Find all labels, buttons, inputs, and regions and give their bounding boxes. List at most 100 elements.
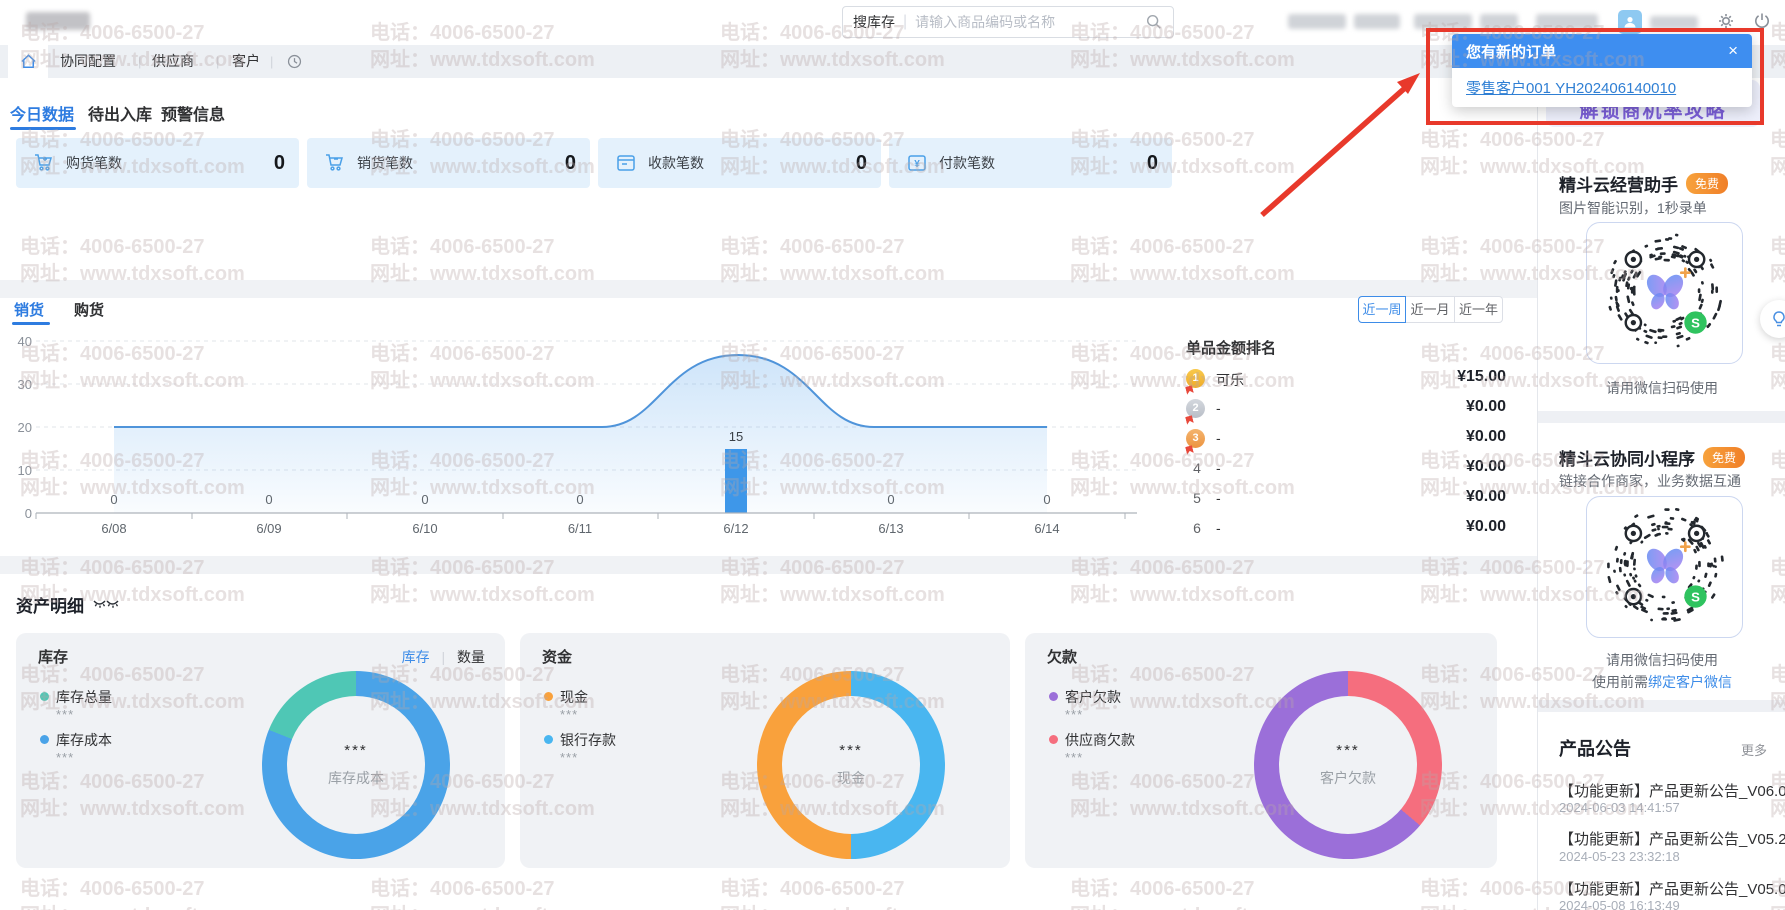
tab-pending-inout[interactable]: 待出入库 bbox=[88, 101, 152, 125]
legend-label: 库存成本 bbox=[56, 730, 112, 750]
toggle-divider: | bbox=[441, 649, 445, 665]
search-input[interactable]: 搜库存 | 请输入商品编码或名称 bbox=[842, 6, 1174, 38]
range-button-week[interactable]: 近一周 bbox=[1358, 296, 1406, 323]
debts-donut-chart: *** 客户欠款 bbox=[1254, 671, 1442, 859]
watermark-text: 网址：www.tdxsoft.com bbox=[720, 578, 945, 607]
gear-icon[interactable] bbox=[1716, 11, 1736, 36]
ranking-item-value: ¥0.00 bbox=[1466, 518, 1506, 536]
y-axis-tick: 10 bbox=[6, 463, 32, 478]
mini-program-title: 精斗云协同小程序 免费 bbox=[1559, 445, 1745, 470]
silver-medal-icon: 2 bbox=[1186, 399, 1205, 418]
eye-closed-icon[interactable] bbox=[93, 598, 119, 611]
watermark-text: 电话：4006-6500-27 bbox=[1070, 230, 1255, 259]
home-tab[interactable] bbox=[8, 45, 48, 78]
topbar-menu-blurred[interactable] bbox=[1288, 14, 1346, 29]
order-link[interactable]: 零售客户001 YH202406140010 bbox=[1466, 77, 1676, 98]
username-blurred bbox=[1650, 16, 1698, 29]
legend-dot-orange bbox=[544, 692, 553, 701]
more-link[interactable]: 更多 bbox=[1741, 740, 1767, 759]
user-avatar[interactable] bbox=[1618, 10, 1642, 34]
announcement-item[interactable]: 【功能更新】产品更新公告_V05.23 bbox=[1559, 828, 1785, 849]
ranking-rank-number: 6 bbox=[1188, 520, 1206, 536]
legend-dot-purple bbox=[1049, 692, 1058, 701]
app-logo-blurred bbox=[26, 12, 90, 30]
mini-title-text: 精斗云协同小程序 bbox=[1559, 445, 1695, 470]
close-icon[interactable]: × bbox=[1728, 41, 1738, 61]
watermark-text: 电话：4006-6500-27 bbox=[20, 872, 205, 901]
legend-label: 银行存款 bbox=[560, 730, 616, 750]
x-axis-label: 6/11 bbox=[540, 521, 620, 536]
assets-section-header: 资产明细 bbox=[16, 592, 119, 617]
stat-card-payment-count: ¥ 付款笔数 0 bbox=[889, 138, 1172, 188]
notification-header: 您有新的订单 × bbox=[1452, 34, 1752, 68]
nav-item-collab-config[interactable]: 协同配置 bbox=[60, 45, 116, 78]
history-clock-icon[interactable] bbox=[286, 53, 303, 75]
home-icon bbox=[19, 52, 38, 71]
nav-separator: | bbox=[216, 45, 219, 78]
topbar-menu-blurred[interactable] bbox=[1354, 14, 1400, 29]
asset-card-title: 欠款 bbox=[1047, 646, 1077, 667]
asset-card-title: 资金 bbox=[542, 646, 572, 667]
y-axis-tick: 30 bbox=[6, 377, 32, 392]
tab-alert-info[interactable]: 预警信息 bbox=[161, 101, 225, 125]
free-badge: 免费 bbox=[1703, 447, 1745, 468]
legend-value: *** bbox=[1065, 750, 1083, 765]
nav-item-customer[interactable]: 客户 bbox=[232, 45, 260, 78]
dashboard-page: 搜库存 | 请输入商品编码或名称 bbox=[0, 0, 1785, 910]
donut-center-caption: 客户欠款 bbox=[1320, 768, 1376, 788]
chart-tab-sales[interactable]: 销货 bbox=[14, 299, 44, 320]
stat-card-receipt-count: 收款笔数 0 bbox=[598, 138, 881, 188]
toggle-quantity[interactable]: 数量 bbox=[457, 649, 485, 665]
yuan-note-icon: ¥ bbox=[905, 151, 929, 175]
range-button-year[interactable]: 近一年 bbox=[1454, 296, 1503, 323]
qr-scan-hint: 请用微信扫码使用 bbox=[1538, 378, 1785, 398]
topbar-menu-blurred[interactable] bbox=[1536, 14, 1598, 29]
note-prefix: 使用前需 bbox=[1592, 674, 1648, 690]
x-axis-label: 6/08 bbox=[74, 521, 154, 536]
ranking-item-value: ¥0.00 bbox=[1466, 458, 1506, 476]
bind-customer-wechat-link[interactable]: 绑定客户微信 bbox=[1648, 674, 1732, 690]
range-button-month[interactable]: 近一月 bbox=[1405, 296, 1455, 323]
toggle-amount[interactable]: 库存 bbox=[402, 649, 430, 665]
announcement-item[interactable]: 【功能更新】产品更新公告_V06.03 bbox=[1559, 780, 1785, 801]
ranking-item-name: - bbox=[1216, 430, 1221, 446]
chart-tab-purchase[interactable]: 购货 bbox=[74, 299, 104, 320]
watermark-text: 网址：www.tdxsoft.com bbox=[370, 578, 595, 607]
point-label: 0 bbox=[1007, 492, 1087, 507]
point-label-peak: 15 bbox=[696, 429, 776, 444]
topbar-menu-blurred[interactable] bbox=[1414, 14, 1472, 29]
ranking-item-value: ¥0.00 bbox=[1466, 398, 1506, 416]
ranking-title: 单品金额排名 bbox=[1186, 337, 1276, 358]
stat-value: 0 bbox=[565, 152, 576, 175]
notification-body: 零售客户001 YH202406140010 bbox=[1452, 68, 1752, 107]
announcement-time: 2024-06-03 14:41:57 bbox=[1559, 800, 1680, 815]
watermark-text: 电话：4006-6500-27 bbox=[1070, 872, 1255, 901]
watermark-text: 电话：4006-6500-27 bbox=[720, 230, 905, 259]
chart-tab-underline bbox=[12, 322, 50, 325]
topbar-menu-blurred[interactable] bbox=[1480, 14, 1518, 29]
legend-value: *** bbox=[560, 750, 578, 765]
search-scope-label: 搜库存 bbox=[853, 12, 895, 32]
announcement-item[interactable]: 【功能更新】产品更新公告_V05.08 bbox=[1559, 878, 1785, 899]
ranking-item-name: - bbox=[1216, 520, 1221, 536]
bronze-medal-icon: 3 bbox=[1186, 429, 1205, 448]
mini-qr-code: S bbox=[1604, 504, 1726, 631]
gold-medal-icon: 1 bbox=[1186, 369, 1205, 388]
legend-label: 供应商欠款 bbox=[1065, 730, 1135, 750]
bar-6-12[interactable] bbox=[725, 449, 747, 513]
stat-label: 收款笔数 bbox=[648, 153, 704, 173]
nav-item-supplier[interactable]: 供应商 bbox=[152, 45, 194, 78]
power-icon[interactable] bbox=[1752, 11, 1772, 36]
stat-label: 付款笔数 bbox=[939, 153, 995, 173]
ranking-item-value: ¥0.00 bbox=[1466, 428, 1506, 446]
legend-value: *** bbox=[56, 750, 74, 765]
announcements-title: 产品公告 bbox=[1559, 735, 1631, 761]
search-icon[interactable] bbox=[1145, 13, 1163, 31]
ranking-row: 6 - ¥0.00 bbox=[1186, 518, 1506, 542]
new-order-notification: 您有新的订单 × 零售客户001 YH202406140010 bbox=[1452, 34, 1752, 107]
watermark-text: 网址：www.tdxsoft.com bbox=[720, 899, 945, 910]
announcement-time: 2024-05-08 16:13:49 bbox=[1559, 898, 1680, 910]
ranking-item-name: - bbox=[1216, 460, 1221, 476]
right-sidebar: 解锁商机率攻略 精斗云经营助手 免费 图片智能识别，1秒录单 S 请用微信扫码使… bbox=[1537, 38, 1785, 910]
tab-today-data[interactable]: 今日数据 bbox=[10, 101, 74, 125]
